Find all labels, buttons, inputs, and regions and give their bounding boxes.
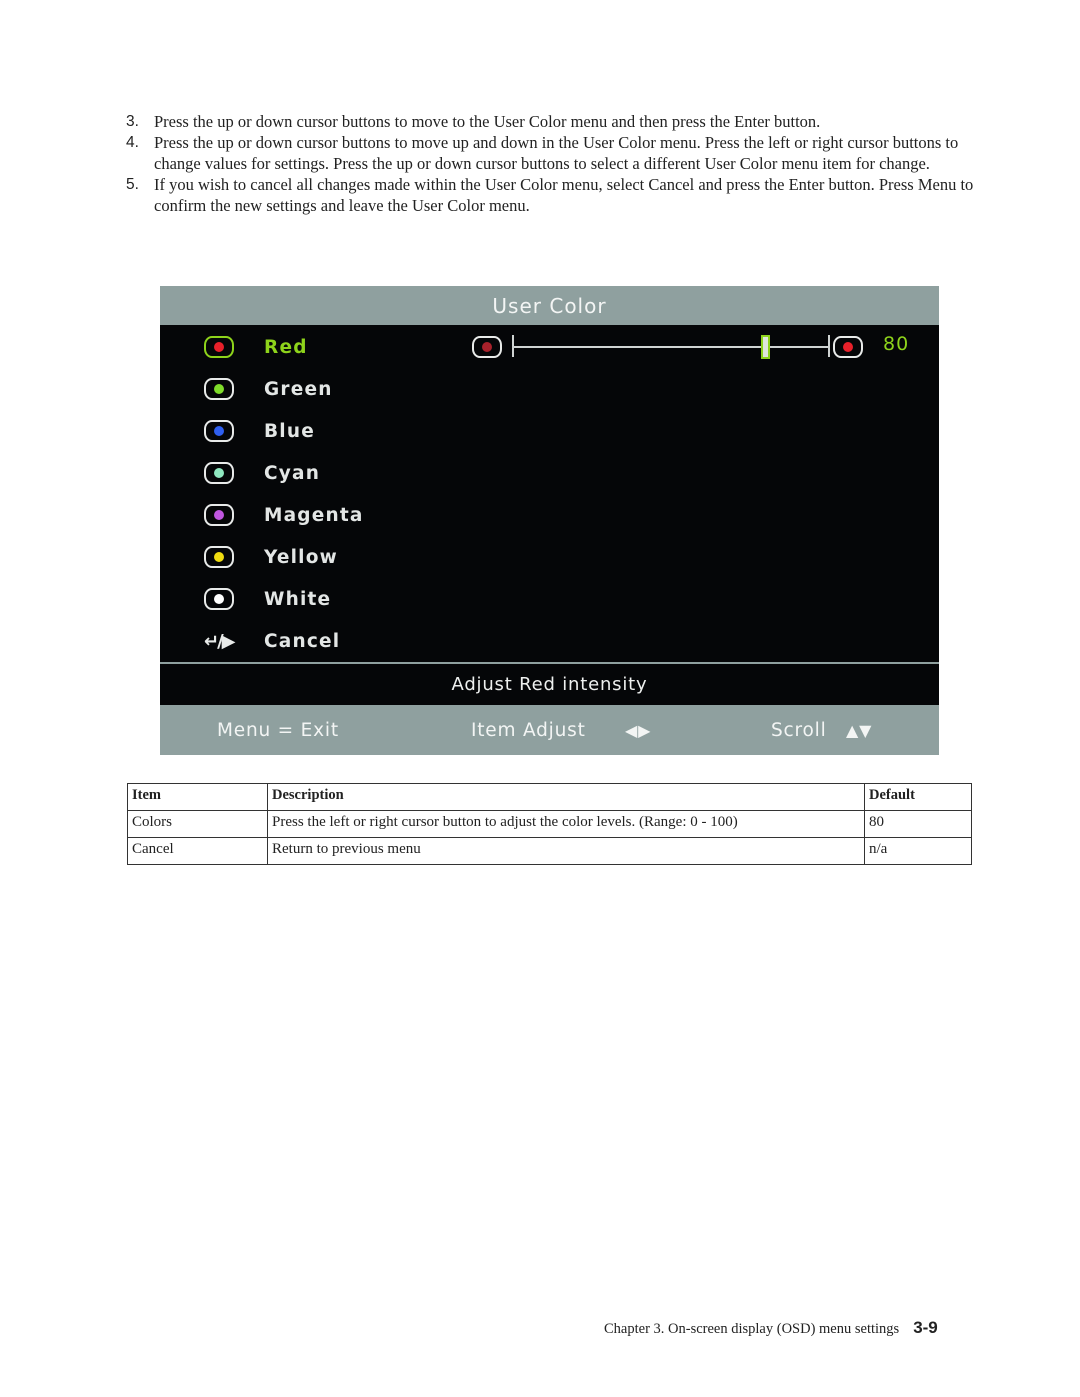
- table-cell: Colors: [127, 810, 268, 838]
- white-eye-icon: [204, 588, 234, 610]
- step-3: 3. Press the up or down cursor buttons t…: [126, 111, 976, 132]
- osd-item-yellow[interactable]: Yellow: [204, 542, 337, 572]
- osd-item-blue[interactable]: Blue: [204, 416, 314, 446]
- osd-title: User Color: [160, 286, 939, 325]
- osd-item-label: Cyan: [264, 462, 321, 484]
- chapter-title: Chapter 3. On-screen display (OSD) menu …: [604, 1321, 900, 1337]
- column-header: Default: [864, 783, 972, 811]
- osd-item-white[interactable]: White: [204, 584, 330, 614]
- osd-item-label: Green: [264, 378, 333, 400]
- dot: [214, 594, 224, 604]
- table-row: Cancel Return to previous menu n/a: [127, 837, 972, 865]
- osd-help-text: Adjust Red intensity: [451, 674, 648, 695]
- slider-thumb[interactable]: [761, 335, 771, 359]
- table-row: Colors Press the left or right cursor bu…: [127, 810, 972, 838]
- dot: [214, 552, 224, 562]
- table-cell: Press the left or right cursor button to…: [267, 810, 865, 838]
- step-4: 4. Press the up or down cursor buttons t…: [126, 132, 976, 174]
- dot: [843, 342, 853, 352]
- osd-item-cyan[interactable]: Cyan: [204, 458, 319, 488]
- osd-item-label: Cancel: [264, 630, 341, 652]
- step-5: 5. If you wish to cancel all changes mad…: [126, 174, 976, 216]
- osd-item-label: Yellow: [264, 546, 338, 568]
- left-right-arrows-icon: ◀▶: [625, 721, 652, 740]
- scroll-hint: Scroll: [771, 720, 827, 741]
- yellow-eye-icon: [204, 546, 234, 568]
- column-header: Item: [127, 783, 268, 811]
- osd-item-red[interactable]: Red: [204, 332, 306, 362]
- magenta-eye-icon: [204, 504, 234, 526]
- osd-item-cancel[interactable]: ↵/▶ Cancel: [204, 626, 339, 656]
- osd-item-label: Magenta: [264, 504, 364, 526]
- table-cell: Return to previous menu: [267, 837, 865, 865]
- osd-footer: Menu = Exit Item Adjust ◀▶ Scroll ▲▼: [160, 705, 939, 755]
- dot: [482, 342, 492, 352]
- slider-max-tick: [828, 335, 830, 357]
- item-adjust-hint: Item Adjust: [471, 720, 586, 741]
- table-cell: n/a: [864, 837, 972, 865]
- page-footer: Chapter 3. On-screen display (OSD) menu …: [604, 1318, 938, 1338]
- red-eye-icon: [204, 336, 234, 358]
- column-header: Description: [267, 783, 865, 811]
- table-cell: 80: [864, 810, 972, 838]
- osd-item-magenta[interactable]: Magenta: [204, 500, 362, 530]
- cyan-eye-icon: [204, 462, 234, 484]
- step-text: If you wish to cancel all changes made w…: [154, 175, 974, 215]
- menu-exit-hint: Menu = Exit: [217, 720, 339, 741]
- osd-item-label: Red: [264, 336, 308, 358]
- osd-user-color-menu: User Color Red Green Blue Cyan Magenta Yellow…: [160, 286, 939, 755]
- dot: [214, 426, 224, 436]
- instruction-steps: 3. Press the up or down cursor buttons t…: [126, 111, 976, 216]
- slider-track: [514, 346, 828, 348]
- table-cell: Cancel: [127, 837, 268, 865]
- step-number: 4.: [126, 134, 139, 151]
- step-number: 5.: [126, 176, 139, 193]
- slider-value: 80: [883, 333, 910, 355]
- table-header-row: Item Description Default: [127, 783, 972, 811]
- osd-item-label: Blue: [264, 420, 315, 442]
- dot: [214, 468, 224, 478]
- step-text: Press the up or down cursor buttons to m…: [154, 112, 821, 131]
- enter-right-icon: ↵/▶: [204, 630, 236, 652]
- osd-item-label: White: [264, 588, 332, 610]
- page-number: 3-9: [913, 1318, 938, 1337]
- step-number: 3.: [126, 113, 139, 130]
- settings-table: Item Description Default Colors Press th…: [127, 783, 972, 865]
- red-min-eye-icon: [472, 336, 502, 358]
- up-down-arrows-icon: ▲▼: [846, 721, 873, 740]
- dot: [214, 342, 224, 352]
- blue-eye-icon: [204, 420, 234, 442]
- red-intensity-slider[interactable]: 80: [472, 332, 912, 362]
- osd-item-green[interactable]: Green: [204, 374, 331, 404]
- dot: [214, 510, 224, 520]
- green-eye-icon: [204, 378, 234, 400]
- red-max-eye-icon: [833, 336, 863, 358]
- dot: [214, 384, 224, 394]
- step-text: Press the up or down cursor buttons to m…: [154, 133, 959, 173]
